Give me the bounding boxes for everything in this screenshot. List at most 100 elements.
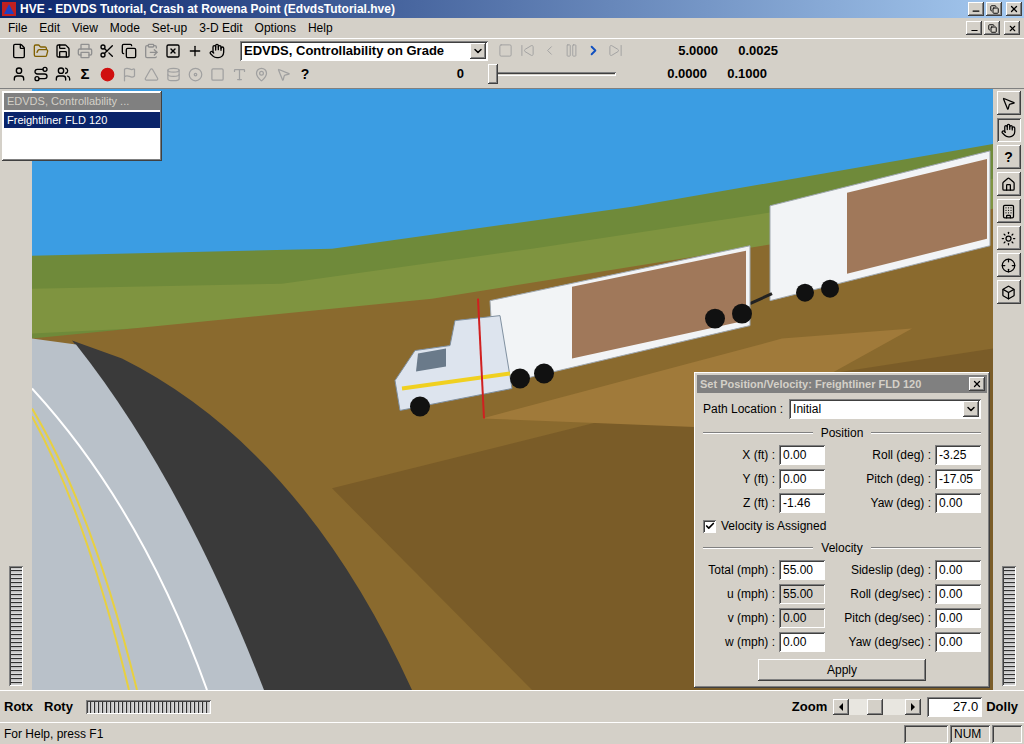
menu-item[interactable]: 3-D Edit <box>193 19 248 37</box>
view-tool-button[interactable]: ? <box>997 145 1021 169</box>
field-input[interactable]: 0.00 <box>935 493 981 513</box>
toolbar-button[interactable] <box>272 63 294 85</box>
field-input[interactable]: 0.00 <box>935 608 981 628</box>
toolbar-button[interactable] <box>140 63 162 85</box>
view-tool-button[interactable] <box>997 172 1021 196</box>
view-tool-button[interactable] <box>997 199 1021 223</box>
home-set-icon <box>1001 204 1016 219</box>
rotation-thumbwheel[interactable] <box>86 700 211 714</box>
barrel-icon <box>166 67 181 82</box>
menu-item[interactable]: Set-up <box>146 19 193 37</box>
toolbar-button[interactable] <box>8 40 30 62</box>
playback-button[interactable] <box>516 40 538 62</box>
menu-item[interactable]: File <box>2 19 33 37</box>
mdi-minimize-button[interactable] <box>966 21 982 35</box>
field-input[interactable]: -17.05 <box>935 469 981 489</box>
toolbar-button[interactable] <box>96 63 118 85</box>
toolbar-button[interactable] <box>96 40 118 62</box>
right-toolbar: ? <box>993 89 1024 690</box>
3d-viewport[interactable]: Set Position/Velocity: Freightliner FLD … <box>32 89 993 690</box>
velocity-assigned-checkbox[interactable] <box>703 520 716 533</box>
field-input[interactable]: 0.00 <box>779 445 825 465</box>
right-thumbwheel[interactable] <box>1002 566 1016 686</box>
road-icon <box>33 66 49 82</box>
toolbar-row: EDVDS, Controllability on Grade5.00000.0… <box>0 38 1024 62</box>
time-slider-thumb[interactable] <box>488 64 498 84</box>
toolbar-button[interactable] <box>52 40 74 62</box>
field-row: Y (ft) :0.00 <box>703 469 825 489</box>
view-tool-button[interactable] <box>997 280 1021 304</box>
field-input[interactable]: 55.00 <box>779 560 825 580</box>
menu-item[interactable]: Options <box>249 19 302 37</box>
view-tool-button[interactable] <box>997 253 1021 277</box>
view-tool-button[interactable] <box>997 91 1021 115</box>
save-disk-icon <box>55 43 71 59</box>
toolbar-button[interactable] <box>162 63 184 85</box>
field-row: Yaw (deg/sec) :0.00 <box>831 632 981 652</box>
close-icon <box>972 379 982 389</box>
field-input[interactable]: -3.25 <box>935 445 981 465</box>
playback-button[interactable] <box>560 40 582 62</box>
velocity-assigned-row[interactable]: Velocity is Assigned <box>703 516 981 536</box>
apply-button[interactable]: Apply <box>758 659 926 681</box>
mdi-close-button[interactable] <box>1004 21 1020 35</box>
field-input[interactable]: 0.00 <box>935 584 981 604</box>
field-input: 55.00 <box>779 584 825 604</box>
toolbar-button[interactable] <box>30 40 52 62</box>
menu-item[interactable]: Edit <box>33 19 66 37</box>
toolbar-button[interactable] <box>74 40 96 62</box>
field-input[interactable]: -1.46 <box>779 493 825 513</box>
close-button[interactable] <box>1006 2 1022 16</box>
toolbar-button[interactable] <box>184 63 206 85</box>
toolbar-button[interactable] <box>118 40 140 62</box>
playback-button[interactable] <box>582 40 604 62</box>
zoom-thumb[interactable] <box>867 699 883 715</box>
path-location-select[interactable]: Initial <box>789 399 981 419</box>
field-label: u (mph) : <box>727 585 775 603</box>
minimize-button[interactable] <box>968 2 984 16</box>
dialog-close-button[interactable] <box>969 377 985 391</box>
toolbar-button[interactable] <box>52 63 74 85</box>
left-arrow-icon <box>838 703 844 711</box>
sky <box>32 89 993 690</box>
toolbar-button[interactable] <box>250 63 272 85</box>
help-button[interactable]: ? <box>294 63 316 85</box>
toolbar-button[interactable] <box>162 40 184 62</box>
toolbar-button[interactable] <box>30 63 52 85</box>
app-logo-icon <box>2 2 16 16</box>
field-input[interactable]: 0.00 <box>779 632 825 652</box>
view-tool-button[interactable] <box>997 118 1021 142</box>
toolbar-button[interactable] <box>118 63 140 85</box>
left-thumbwheel[interactable] <box>9 566 23 686</box>
field-input[interactable]: 0.00 <box>935 560 981 580</box>
playback-button[interactable] <box>538 40 560 62</box>
field-input[interactable]: 0.00 <box>779 469 825 489</box>
playback-button[interactable] <box>494 40 516 62</box>
sum-button[interactable]: Σ <box>74 63 96 85</box>
toolbar-button[interactable] <box>206 63 228 85</box>
zoom-value[interactable]: 27.0 <box>927 697 982 717</box>
time-slider[interactable] <box>488 63 616 85</box>
event-item[interactable]: Freightliner FLD 120 <box>4 112 160 129</box>
status-help: For Help, press F1 <box>2 725 902 743</box>
toolbar-button[interactable] <box>206 40 228 62</box>
minimize-icon <box>971 6 981 16</box>
zoom-scrollbar[interactable] <box>833 699 921 715</box>
toolbar-button[interactable] <box>8 63 30 85</box>
field-input[interactable]: 0.00 <box>935 632 981 652</box>
view-tool-button[interactable] <box>997 226 1021 250</box>
toolbar-button[interactable] <box>184 40 206 62</box>
menu-item[interactable]: View <box>66 19 104 37</box>
velocity-grid: Total (mph) :55.00Sideslip (deg) :0.00u … <box>703 560 981 652</box>
maximize-button[interactable] <box>986 2 1002 16</box>
back-icon <box>542 43 557 58</box>
event-select[interactable]: EDVDS, Controllability on Grade <box>240 41 488 61</box>
toolbar-button[interactable] <box>140 40 162 62</box>
playback-button[interactable] <box>604 40 626 62</box>
menu-item[interactable]: Mode <box>104 19 146 37</box>
mdi-restore-button[interactable] <box>984 21 1000 35</box>
menu-item[interactable]: Help <box>302 19 339 37</box>
pin-icon <box>254 67 269 82</box>
field-row: Total (mph) :55.00 <box>703 560 825 580</box>
toolbar-button[interactable] <box>228 63 250 85</box>
